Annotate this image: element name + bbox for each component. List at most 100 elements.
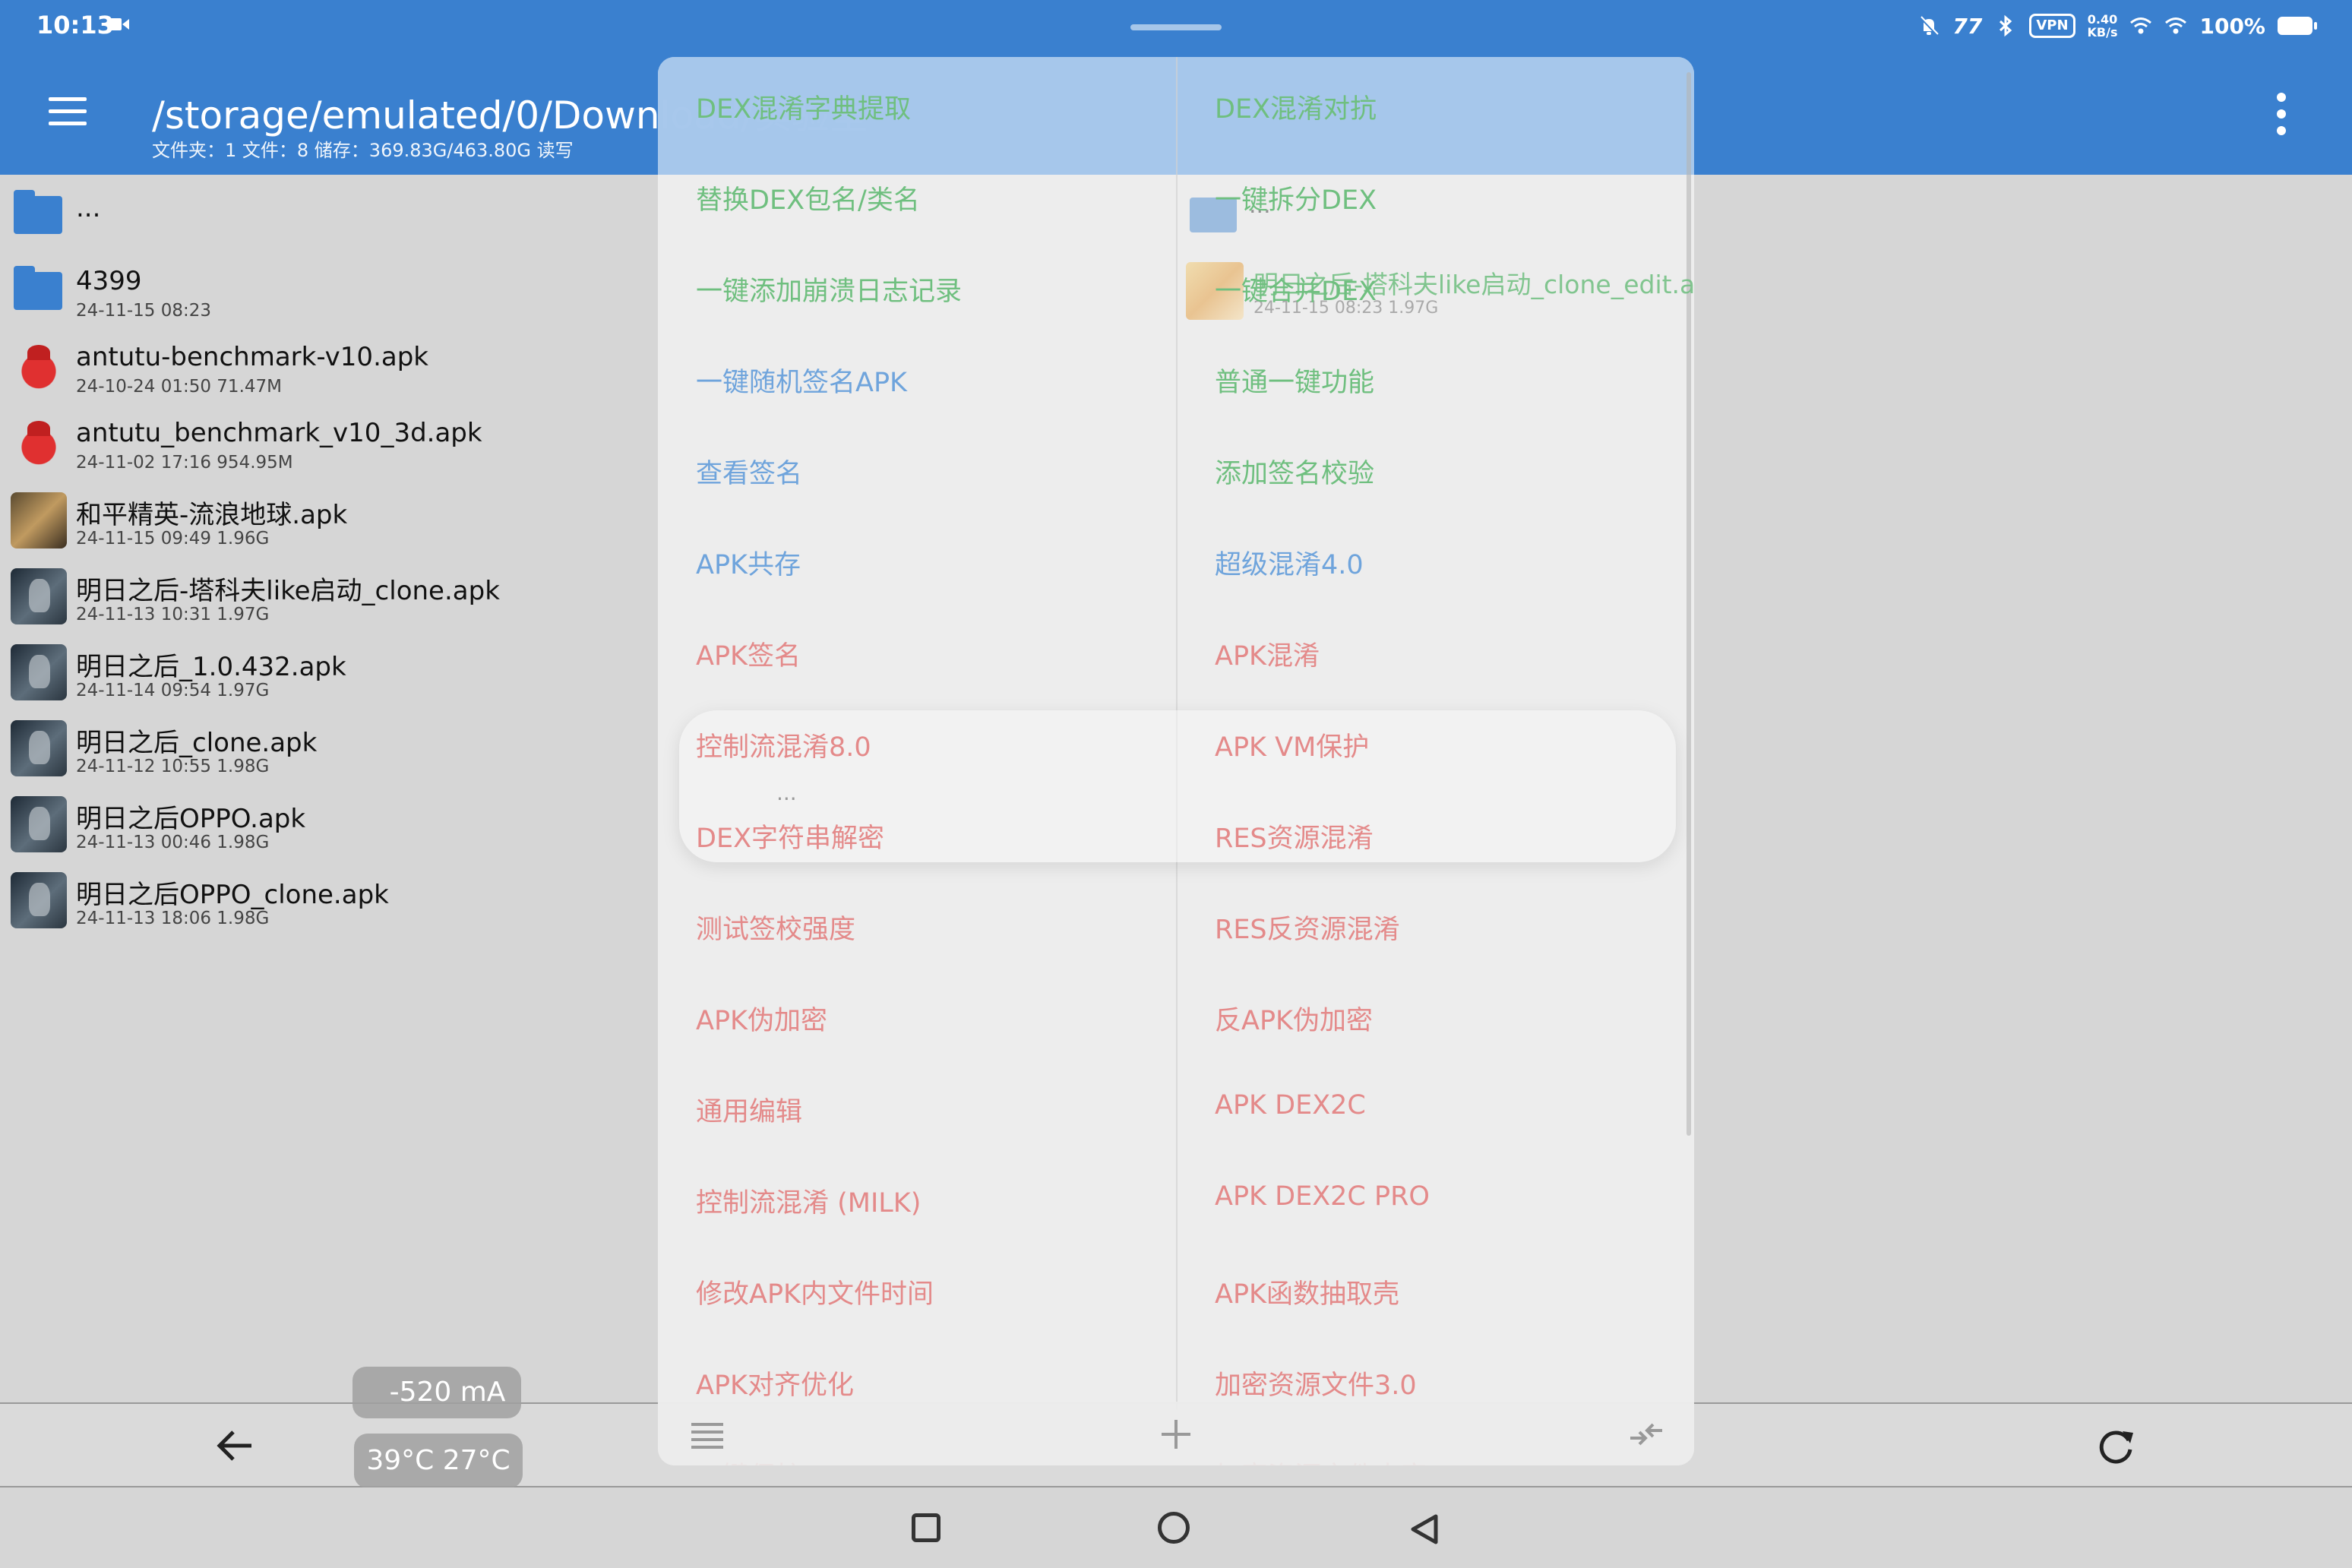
tool-item-left[interactable]: 一键随机签名APK: [696, 361, 907, 406]
net-speed-unit: KB/s: [2087, 25, 2118, 40]
file-name: 明日之后OPPO.apk: [76, 804, 306, 834]
file-meta: 24-11-02 17:16 954.95M: [76, 453, 293, 473]
file-row[interactable]: 4399 24-11-15 08:23: [0, 251, 669, 327]
vpn-badge: VPN: [2029, 14, 2075, 38]
tool-item-right[interactable]: RES反资源混淆: [1215, 908, 1400, 953]
tool-item-left[interactable]: APK伪加密: [696, 999, 827, 1045]
panel-collapse-button[interactable]: [1627, 1415, 1665, 1453]
wifi-icon: [2130, 17, 2152, 34]
tool-item-right[interactable]: APK混淆: [1215, 634, 1320, 680]
file-row-parent[interactable]: ...: [0, 175, 669, 251]
tool-item-left[interactable]: 测试签校强度: [696, 908, 855, 953]
panel-list-button[interactable]: [688, 1415, 726, 1453]
dot-icon: [2277, 126, 2286, 135]
tool-item-left[interactable]: 修改APK内文件时间: [696, 1272, 934, 1318]
tool-item-left[interactable]: 一键添加崩溃日志记录: [696, 270, 962, 315]
file-row[interactable]: 明日之后_1.0.432.apk 24-11-14 09:54 1.97G: [0, 631, 669, 707]
path-info: 文件夹：1 文件：8 储存：369.83G/463.80G 读写: [152, 140, 574, 161]
ghost-card-dots: ...: [776, 780, 797, 805]
mute-bell-icon: [1920, 16, 1939, 36]
tool-item-right[interactable]: 一键合并DEX: [1215, 270, 1377, 315]
file-name: 和平精英-流浪地球.apk: [76, 500, 348, 530]
temperature-badge: 39°C 27°C: [354, 1434, 523, 1488]
file-row[interactable]: 明日之后_clone.apk 24-11-12 10:55 1.98G: [0, 707, 669, 782]
refresh-icon: [2099, 1430, 2133, 1464]
back-triangle-icon[interactable]: [1407, 1512, 1442, 1547]
game-icon: [11, 796, 67, 852]
tool-item-left[interactable]: 通用编辑: [696, 1090, 802, 1136]
hamburger-menu-button[interactable]: [49, 97, 88, 128]
menu-bar-icon: [49, 97, 87, 101]
tool-item-left[interactable]: 控制流混淆8.0: [696, 726, 871, 771]
file-name: 4399: [76, 266, 142, 296]
menu-bar-icon: [49, 109, 87, 113]
battery-current-badge: -520 mA: [352, 1367, 521, 1418]
tool-item-right[interactable]: 反APK伪加密: [1215, 999, 1373, 1045]
arrow-left-icon: [217, 1430, 251, 1461]
recent-apps-button[interactable]: [912, 1513, 940, 1542]
more-options-button[interactable]: [2270, 93, 2293, 135]
tool-item-right[interactable]: APK VM保护: [1215, 726, 1369, 771]
file-row[interactable]: 和平精英-流浪地球.apk 24-11-15 09:49 1.96G: [0, 479, 669, 555]
drag-handle[interactable]: [1130, 24, 1222, 30]
pubg-icon: [11, 492, 67, 548]
antutu-3d-icon: [11, 416, 67, 473]
game-icon: [11, 872, 67, 928]
refresh-button[interactable]: [2089, 1419, 2142, 1472]
file-name: antutu_benchmark_v10_3d.apk: [76, 418, 482, 448]
tool-item-right[interactable]: APK函数抽取壳: [1215, 1272, 1399, 1318]
signal-label: 77: [1952, 13, 1983, 39]
dot-icon: [2277, 109, 2286, 119]
folder-icon: [14, 266, 62, 310]
system-nav-bar: [0, 1487, 2352, 1568]
panel-bottom-bar: [658, 1402, 1694, 1465]
tool-item-right[interactable]: 一键拆分DEX: [1215, 179, 1377, 224]
menu-bar-icon: [49, 122, 87, 125]
tool-item-right[interactable]: 超级混淆4.0: [1215, 543, 1364, 589]
tool-item-left[interactable]: APK共存: [696, 543, 801, 589]
file-meta: 24-10-24 01:50 71.47M: [76, 377, 282, 397]
file-row[interactable]: antutu_benchmark_v10_3d.apk 24-11-02 17:…: [0, 403, 669, 479]
panel-scrollbar[interactable]: [1687, 72, 1691, 1136]
battery-icon: [2278, 17, 2317, 35]
tool-item-right[interactable]: APK DEX2C PRO: [1215, 1181, 1430, 1227]
file-row[interactable]: 明日之后OPPO.apk 24-11-13 00:46 1.98G: [0, 782, 669, 858]
status-icons: 77 VPN 0.40 KB/s 100%: [1917, 11, 2317, 41]
tool-item-right[interactable]: RES资源混淆: [1215, 817, 1374, 862]
back-arrow-button[interactable]: [209, 1419, 262, 1472]
file-row[interactable]: 明日之后OPPO_clone.apk 24-11-13 18:06 1.98G: [0, 858, 669, 934]
file-meta: 24-11-13 00:46 1.98G: [76, 833, 270, 852]
game-icon: [11, 644, 67, 700]
tool-item-right[interactable]: 普通一键功能: [1215, 361, 1374, 406]
tool-item-left[interactable]: APK签名: [696, 634, 801, 680]
file-name: 明日之后OPPO_clone.apk: [76, 880, 389, 910]
bluetooth-icon: [2000, 14, 2012, 37]
tool-item-right[interactable]: 添加签名校验: [1215, 452, 1374, 498]
status-bar: 10:13 77 VPN 0.40 KB/s 100%: [0, 0, 2352, 53]
game-icon: [11, 720, 67, 776]
tool-item-left[interactable]: DEX字符串解密: [696, 817, 884, 862]
home-button[interactable]: [1158, 1512, 1190, 1544]
file-row[interactable]: antutu-benchmark-v10.apk 24-10-24 01:50 …: [0, 327, 669, 403]
file-meta: 24-11-12 10:55 1.98G: [76, 757, 270, 776]
game-icon: [11, 568, 67, 624]
folder-icon: [14, 190, 62, 234]
tool-item-left[interactable]: 查看签名: [696, 452, 802, 498]
file-name: antutu-benchmark-v10.apk: [76, 342, 428, 372]
panel-add-button[interactable]: [1157, 1415, 1195, 1453]
file-row[interactable]: 明日之后-塔科夫like启动_clone.apk 24-11-13 10:31 …: [0, 555, 669, 631]
plus-icon: [1162, 1420, 1190, 1449]
file-name: ...: [76, 193, 101, 223]
file-name: 明日之后_clone.apk: [76, 728, 318, 758]
tool-item-left[interactable]: DEX混淆字典提取: [696, 87, 911, 133]
file-meta: 24-11-15 09:49 1.96G: [76, 529, 270, 548]
file-name: 明日之后-塔科夫like启动_clone.apk: [76, 576, 500, 606]
tool-item-right[interactable]: APK DEX2C: [1215, 1090, 1366, 1136]
file-meta: 24-11-13 10:31 1.97G: [76, 605, 270, 624]
tool-item-right[interactable]: DEX混淆对抗: [1215, 87, 1377, 133]
net-speed: 0.40 KB/s: [2088, 13, 2118, 39]
file-meta: 24-11-13 18:06 1.98G: [76, 909, 270, 928]
battery-percent: 100%: [2199, 13, 2265, 39]
tool-item-left[interactable]: 替换DEX包名/类名: [696, 179, 920, 224]
tool-item-left[interactable]: 控制流混淆 (MILK): [696, 1181, 921, 1227]
